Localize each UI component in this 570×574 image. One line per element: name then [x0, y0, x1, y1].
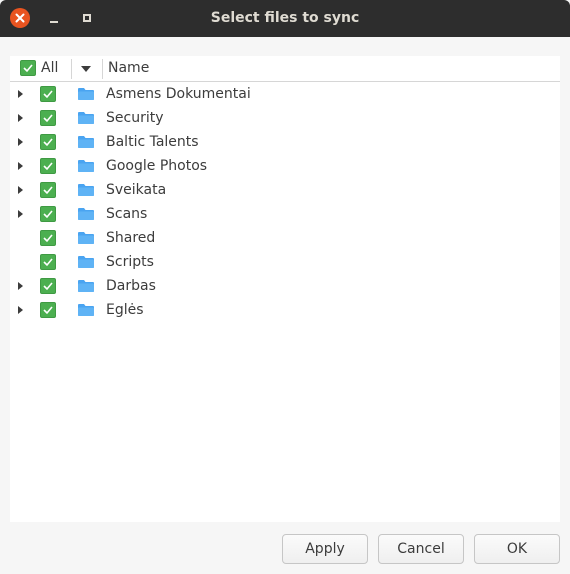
folder-icon: [78, 304, 94, 316]
folder-icon: [78, 88, 94, 100]
expand-arrow-icon[interactable]: [18, 162, 23, 170]
item-checkbox[interactable]: [40, 278, 56, 294]
folder-icon: [78, 232, 94, 244]
expand-arrow-icon[interactable]: [18, 114, 23, 122]
item-checkbox[interactable]: [40, 206, 56, 222]
item-checkbox[interactable]: [40, 110, 56, 126]
list-item[interactable]: Sveikata: [10, 178, 560, 202]
window-title: Select files to sync: [210, 10, 360, 26]
folder-icon: [78, 256, 94, 268]
folder-icon: [78, 112, 94, 124]
folder-icon: [78, 280, 94, 292]
header-separator: [102, 59, 103, 79]
folder-icon: [78, 184, 94, 196]
item-checkbox[interactable]: [40, 302, 56, 318]
item-name: Sveikata: [106, 182, 167, 198]
item-name: Scans: [106, 206, 148, 222]
item-checkbox[interactable]: [40, 254, 56, 270]
item-name: Shared: [106, 230, 156, 246]
apply-button[interactable]: Apply: [282, 534, 368, 564]
folder-icon: [78, 136, 94, 148]
item-checkbox[interactable]: [40, 134, 56, 150]
list-item[interactable]: Baltic Talents: [10, 130, 560, 154]
item-name: Baltic Talents: [106, 134, 199, 150]
title-bar: Select files to sync: [0, 0, 570, 37]
item-name: Google Photos: [106, 158, 208, 174]
all-label: All: [41, 60, 59, 76]
folder-icon: [78, 160, 94, 172]
list-item[interactable]: Google Photos: [10, 154, 560, 178]
item-checkbox[interactable]: [40, 230, 56, 246]
list-item[interactable]: Security: [10, 106, 560, 130]
list-item[interactable]: Shared: [10, 226, 560, 250]
sort-dropdown[interactable]: [72, 56, 102, 81]
item-name: Security: [106, 110, 164, 126]
cancel-button[interactable]: Cancel: [378, 534, 464, 564]
item-checkbox[interactable]: [40, 182, 56, 198]
tree-header: All Name: [10, 56, 560, 82]
name-column-header[interactable]: Name: [108, 56, 149, 81]
item-name: Asmens Dokumentai: [106, 86, 251, 102]
list-item[interactable]: Eglės: [10, 298, 560, 322]
file-tree-panel: All Name Asmens Dokumentai Security Baltic…: [10, 56, 560, 522]
list-item[interactable]: Darbas: [10, 274, 560, 298]
ok-button[interactable]: OK: [474, 534, 560, 564]
expand-arrow-icon[interactable]: [18, 90, 23, 98]
item-name: Darbas: [106, 278, 156, 294]
expand-arrow-icon[interactable]: [18, 186, 23, 194]
select-all-checkbox[interactable]: [20, 60, 36, 76]
folder-icon: [78, 208, 94, 220]
list-item[interactable]: Scans: [10, 202, 560, 226]
item-checkbox[interactable]: [40, 158, 56, 174]
expand-arrow-icon[interactable]: [18, 138, 23, 146]
expand-arrow-icon[interactable]: [18, 282, 23, 290]
expand-arrow-icon[interactable]: [18, 306, 23, 314]
list-item[interactable]: Asmens Dokumentai: [10, 82, 560, 106]
item-checkbox[interactable]: [40, 86, 56, 102]
expand-arrow-icon[interactable]: [18, 210, 23, 218]
item-name: Eglės: [106, 302, 144, 318]
list-item[interactable]: Scripts: [10, 250, 560, 274]
item-name: Scripts: [106, 254, 154, 270]
chevron-down-icon: [81, 66, 91, 72]
